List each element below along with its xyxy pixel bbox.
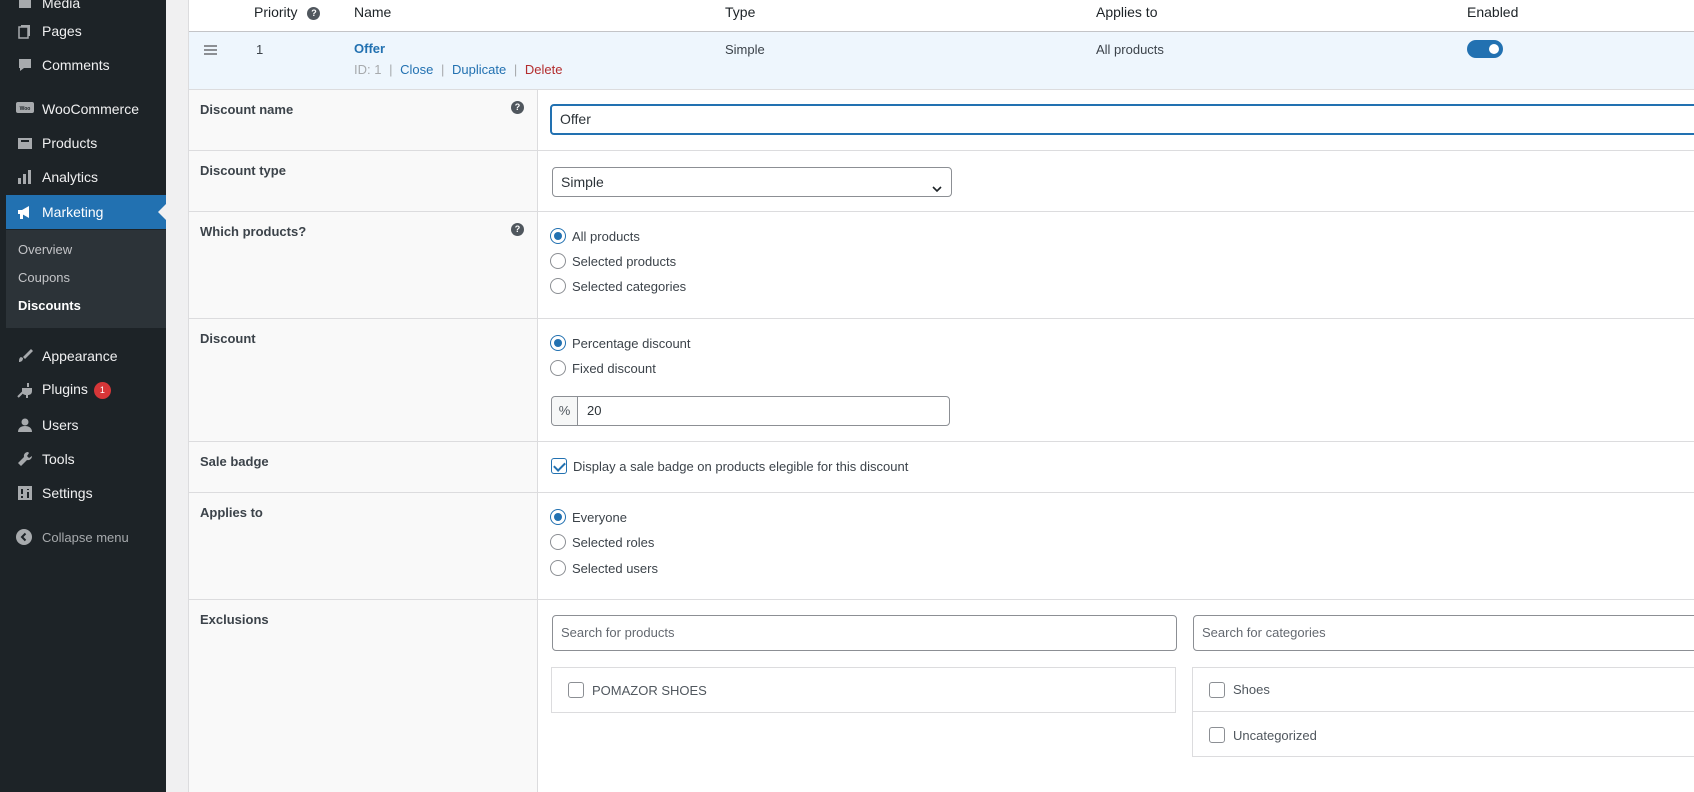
sidebar-item-comments[interactable]: Comments [6, 48, 166, 82]
row-name-link[interactable]: Offer [354, 41, 385, 56]
sidebar-item-users[interactable]: Users [6, 408, 166, 442]
radio-selected-categories[interactable]: Selected categories [550, 278, 686, 294]
chevron-down-icon [931, 176, 943, 204]
woocommerce-icon: Woo [16, 100, 34, 118]
wrench-icon [16, 450, 34, 468]
product-exclusion-list: POMAZOR SHOES [551, 667, 1176, 713]
sale-badge-label: Sale badge [200, 454, 269, 469]
brush-icon [16, 347, 34, 365]
exclusions-row: Exclusions Search for products Search fo… [189, 600, 1694, 792]
header-enabled[interactable]: Enabled [1467, 4, 1518, 20]
sidebar-item-settings[interactable]: Settings [6, 476, 166, 510]
submenu-item-overview[interactable]: Overview [18, 242, 72, 257]
sidebar-item-marketing[interactable]: Marketing [6, 195, 166, 229]
radio-percentage-discount[interactable]: Percentage discount [550, 335, 691, 351]
sidebar-item-plugins-label: Plugins [42, 381, 88, 398]
discount-type-value: Simple [561, 174, 604, 190]
collapse-menu-label: Collapse menu [42, 529, 129, 545]
radio-fixed-discount[interactable]: Fixed discount [550, 360, 656, 376]
discount-name-row: Discount name ? Offer [189, 90, 1694, 151]
delete-link[interactable]: Delete [525, 62, 563, 77]
list-item[interactable]: POMAZOR SHOES [552, 668, 1175, 712]
sidebar-item-plugins[interactable]: Plugins 1 [6, 373, 166, 407]
main-content: Priority ? Name Type Applies to Enabled … [188, 0, 1694, 792]
discount-name-help-icon[interactable]: ? [511, 101, 524, 114]
header-priority[interactable]: Priority ? [254, 4, 321, 20]
header-type[interactable]: Type [725, 4, 755, 20]
megaphone-icon [16, 203, 34, 221]
analytics-icon [16, 168, 34, 186]
sidebar-item-pages[interactable]: Pages [6, 14, 166, 48]
list-item[interactable]: Uncategorized [1193, 713, 1694, 757]
plug-icon [16, 381, 34, 399]
row-id: ID: 1 [354, 62, 382, 77]
toggle-knob [1489, 44, 1499, 54]
discount-amount-input[interactable]: 20 [578, 397, 601, 425]
row-priority: 1 [256, 42, 264, 57]
discount-amount-field: % 20 [551, 396, 950, 426]
marketing-submenu: Overview Coupons Discounts [6, 230, 166, 328]
submenu-item-discounts[interactable]: Discounts [18, 298, 81, 313]
sale-badge-row: Sale badge Display a sale badge on produ… [189, 442, 1694, 493]
radio-selected-users[interactable]: Selected users [550, 560, 658, 576]
product-search-input[interactable]: Search for products [552, 615, 1177, 651]
pages-icon [16, 22, 34, 40]
category-search-input[interactable]: Search for categories [1193, 615, 1694, 651]
sidebar-item-appearance[interactable]: Appearance [6, 339, 166, 373]
discount-row: Discount Percentage discount Fixed disco… [189, 319, 1694, 442]
radio-everyone[interactable]: Everyone [550, 509, 627, 525]
header-priority-label: Priority [254, 4, 298, 20]
products-icon [16, 134, 34, 152]
which-products-help-icon[interactable]: ? [511, 223, 524, 236]
sidebar-item-products[interactable]: Products [6, 126, 166, 160]
discount-type-select[interactable]: Simple [552, 167, 952, 197]
sidebar-item-analytics[interactable]: Analytics [6, 160, 166, 194]
comments-icon [16, 56, 34, 74]
row-applies-to: All products [1096, 42, 1164, 57]
admin-sidebar: Media Pages Comments Woo WooCommerce Pro… [6, 0, 166, 792]
svg-text:Woo: Woo [20, 106, 31, 112]
header-name[interactable]: Name [354, 4, 391, 20]
sale-badge-checkbox[interactable]: Display a sale badge on products elegibl… [551, 458, 908, 474]
discount-type-label: Discount type [200, 163, 286, 178]
user-icon [16, 416, 34, 434]
which-products-label: Which products? [200, 224, 307, 239]
discount-label: Discount [200, 331, 256, 346]
radio-selected-products[interactable]: Selected products [550, 253, 676, 269]
table-row: 1 Offer ID: 1 | Close | Duplicate | Dele… [189, 32, 1694, 90]
enabled-toggle[interactable] [1467, 40, 1503, 58]
table-header: Priority ? Name Type Applies to Enabled [189, 0, 1694, 32]
exclusions-label: Exclusions [200, 612, 269, 627]
drag-handle-icon[interactable] [204, 43, 217, 55]
header-applies-to[interactable]: Applies to [1096, 4, 1157, 20]
radio-selected-roles[interactable]: Selected roles [550, 534, 654, 550]
radio-all-products[interactable]: All products [550, 228, 640, 244]
sidebar-item-tools[interactable]: Tools [6, 442, 166, 476]
category-exclusion-list: Shoes Uncategorized [1192, 667, 1694, 757]
submenu-item-coupons[interactable]: Coupons [18, 270, 70, 285]
collapse-arrow-icon [16, 529, 32, 545]
which-products-row: Which products? ? All products Selected … [189, 212, 1694, 319]
percent-prefix: % [552, 397, 578, 425]
settings-icon [16, 484, 34, 502]
applies-to-row: Applies to Everyone Selected roles Selec… [189, 493, 1694, 600]
list-item[interactable]: Shoes [1193, 668, 1694, 712]
sidebar-item-woocommerce[interactable]: Woo WooCommerce [6, 92, 166, 126]
plugins-update-badge: 1 [93, 381, 111, 399]
row-type: Simple [725, 42, 765, 57]
discount-name-input[interactable]: Offer [550, 104, 1694, 135]
discount-name-label: Discount name [200, 102, 294, 117]
media-icon [16, 0, 34, 12]
discount-type-row: Discount type Simple [189, 151, 1694, 212]
priority-help-icon[interactable]: ? [307, 6, 321, 20]
duplicate-link[interactable]: Duplicate [452, 62, 506, 77]
close-link[interactable]: Close [400, 62, 433, 77]
applies-to-label: Applies to [200, 505, 263, 520]
row-actions: ID: 1 | Close | Duplicate | Delete [354, 62, 563, 77]
